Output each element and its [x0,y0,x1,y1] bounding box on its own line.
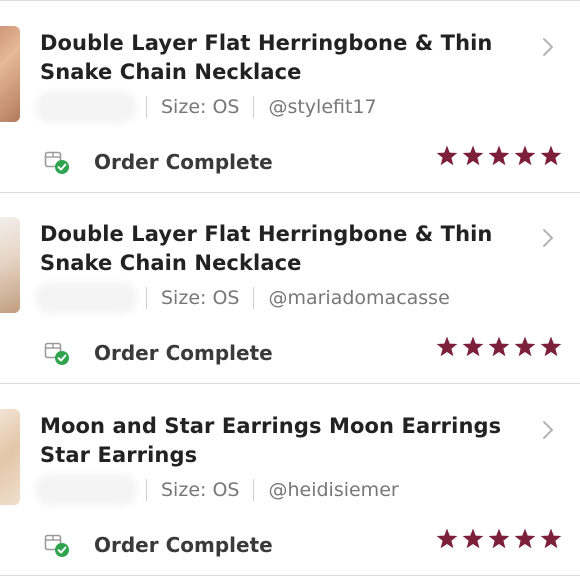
redacted-price [40,479,132,501]
star-icon [540,336,562,357]
rating-stars [435,527,563,551]
star-icon [462,528,484,549]
star-icon [462,145,484,166]
star-icon [488,145,510,166]
size-label: Size: OS [161,479,240,501]
meta-separator [146,96,147,118]
box-check-icon [44,342,69,365]
order-meta: Size: OS @heidisiemer [40,475,399,505]
size-label: Size: OS [161,96,240,118]
order-row[interactable]: Double Layer Flat Herringbone & Thin Sna… [0,193,580,384]
meta-separator [253,479,255,501]
rating-stars [435,144,563,168]
star-icon [514,145,536,166]
meta-separator [146,479,147,501]
star-icon [540,528,562,549]
size-label: Size: OS [161,287,240,309]
chevron-right-icon[interactable] [540,37,556,57]
product-title[interactable]: Double Layer Flat Herringbone & Thin Sna… [40,29,510,87]
product-thumbnail[interactable] [0,217,20,313]
redacted-price [40,287,132,309]
order-meta: Size: OS @stylefit17 [40,92,377,122]
product-thumbnail[interactable] [0,409,20,505]
meta-separator [146,287,147,309]
seller-username[interactable]: @mariadomacasse [268,287,449,309]
seller-username[interactable]: @stylefit17 [268,96,376,118]
product-title-line: Snake Chain Necklace [40,60,302,84]
order-status: Order Complete [44,147,273,177]
order-row[interactable]: Double Layer Flat Herringbone & Thin Sna… [0,2,580,193]
order-status: Order Complete [44,338,273,368]
rating-stars [435,335,563,359]
box-check-icon [44,534,69,557]
product-title-line: Snake Chain Necklace [40,251,302,275]
product-title[interactable]: Double Layer Flat Herringbone & Thin Sna… [40,220,510,278]
product-title-line: Star Earrings [40,443,198,467]
product-title-line: Double Layer Flat Herringbone & Thin [40,31,493,55]
meta-separator [253,96,255,118]
star-icon [514,336,536,357]
star-icon [514,528,536,549]
star-icon [436,336,458,357]
star-icon [462,336,484,357]
product-thumbnail[interactable] [0,26,20,122]
status-text: Order Complete [94,150,273,174]
star-icon [436,145,458,166]
order-status: Order Complete [44,530,273,560]
redacted-price [40,96,132,118]
box-check-icon [44,151,69,174]
product-title-line: Moon and Star Earrings Moon Earrings [40,414,502,438]
order-meta: Size: OS @mariadomacasse [40,283,450,313]
star-icon [540,145,562,166]
order-row[interactable]: Moon and Star Earrings Moon Earrings Sta… [0,385,580,576]
status-text: Order Complete [94,341,273,365]
chevron-right-icon[interactable] [540,420,556,440]
star-icon [488,528,510,549]
seller-username[interactable]: @heidisiemer [268,479,398,501]
meta-separator [253,287,255,309]
chevron-right-icon[interactable] [540,228,556,248]
product-title[interactable]: Moon and Star Earrings Moon Earrings Sta… [40,412,510,470]
product-title-line: Double Layer Flat Herringbone & Thin [40,222,493,246]
status-text: Order Complete [94,533,273,557]
star-icon [488,336,510,357]
top-divider [0,0,580,1]
star-icon [436,528,458,549]
